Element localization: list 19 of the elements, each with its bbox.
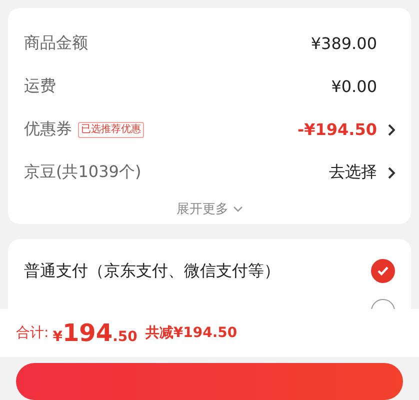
payment-option-label: 普通支付（京东支付、微信支付等） [24,260,280,282]
row-label: 京豆(共1039个) [24,162,142,183]
row-label: 运费 [24,76,56,97]
total-amount: ¥194.50 [52,318,138,347]
row-label: 优惠券 [24,119,72,140]
saved-amount: 共减¥194.50 [145,324,238,342]
row-value: ¥0.00 [331,77,377,96]
row-value: ¥389.00 [310,34,377,53]
radio-button[interactable] [371,259,395,284]
check-icon [377,266,389,276]
chevron-right-icon[interactable] [387,124,395,136]
total-label: 合计: [16,324,49,342]
chevron-down-icon [232,206,242,212]
row-label: 商品金额 [24,33,88,54]
expand-more-button[interactable]: 展开更多 [176,200,242,218]
recommended-tag: 已选推荐优惠 [78,122,144,138]
chevron-right-icon[interactable] [387,166,395,178]
row-value[interactable]: -¥194.50 [297,120,377,139]
row-value[interactable]: 去选择 [329,162,377,183]
